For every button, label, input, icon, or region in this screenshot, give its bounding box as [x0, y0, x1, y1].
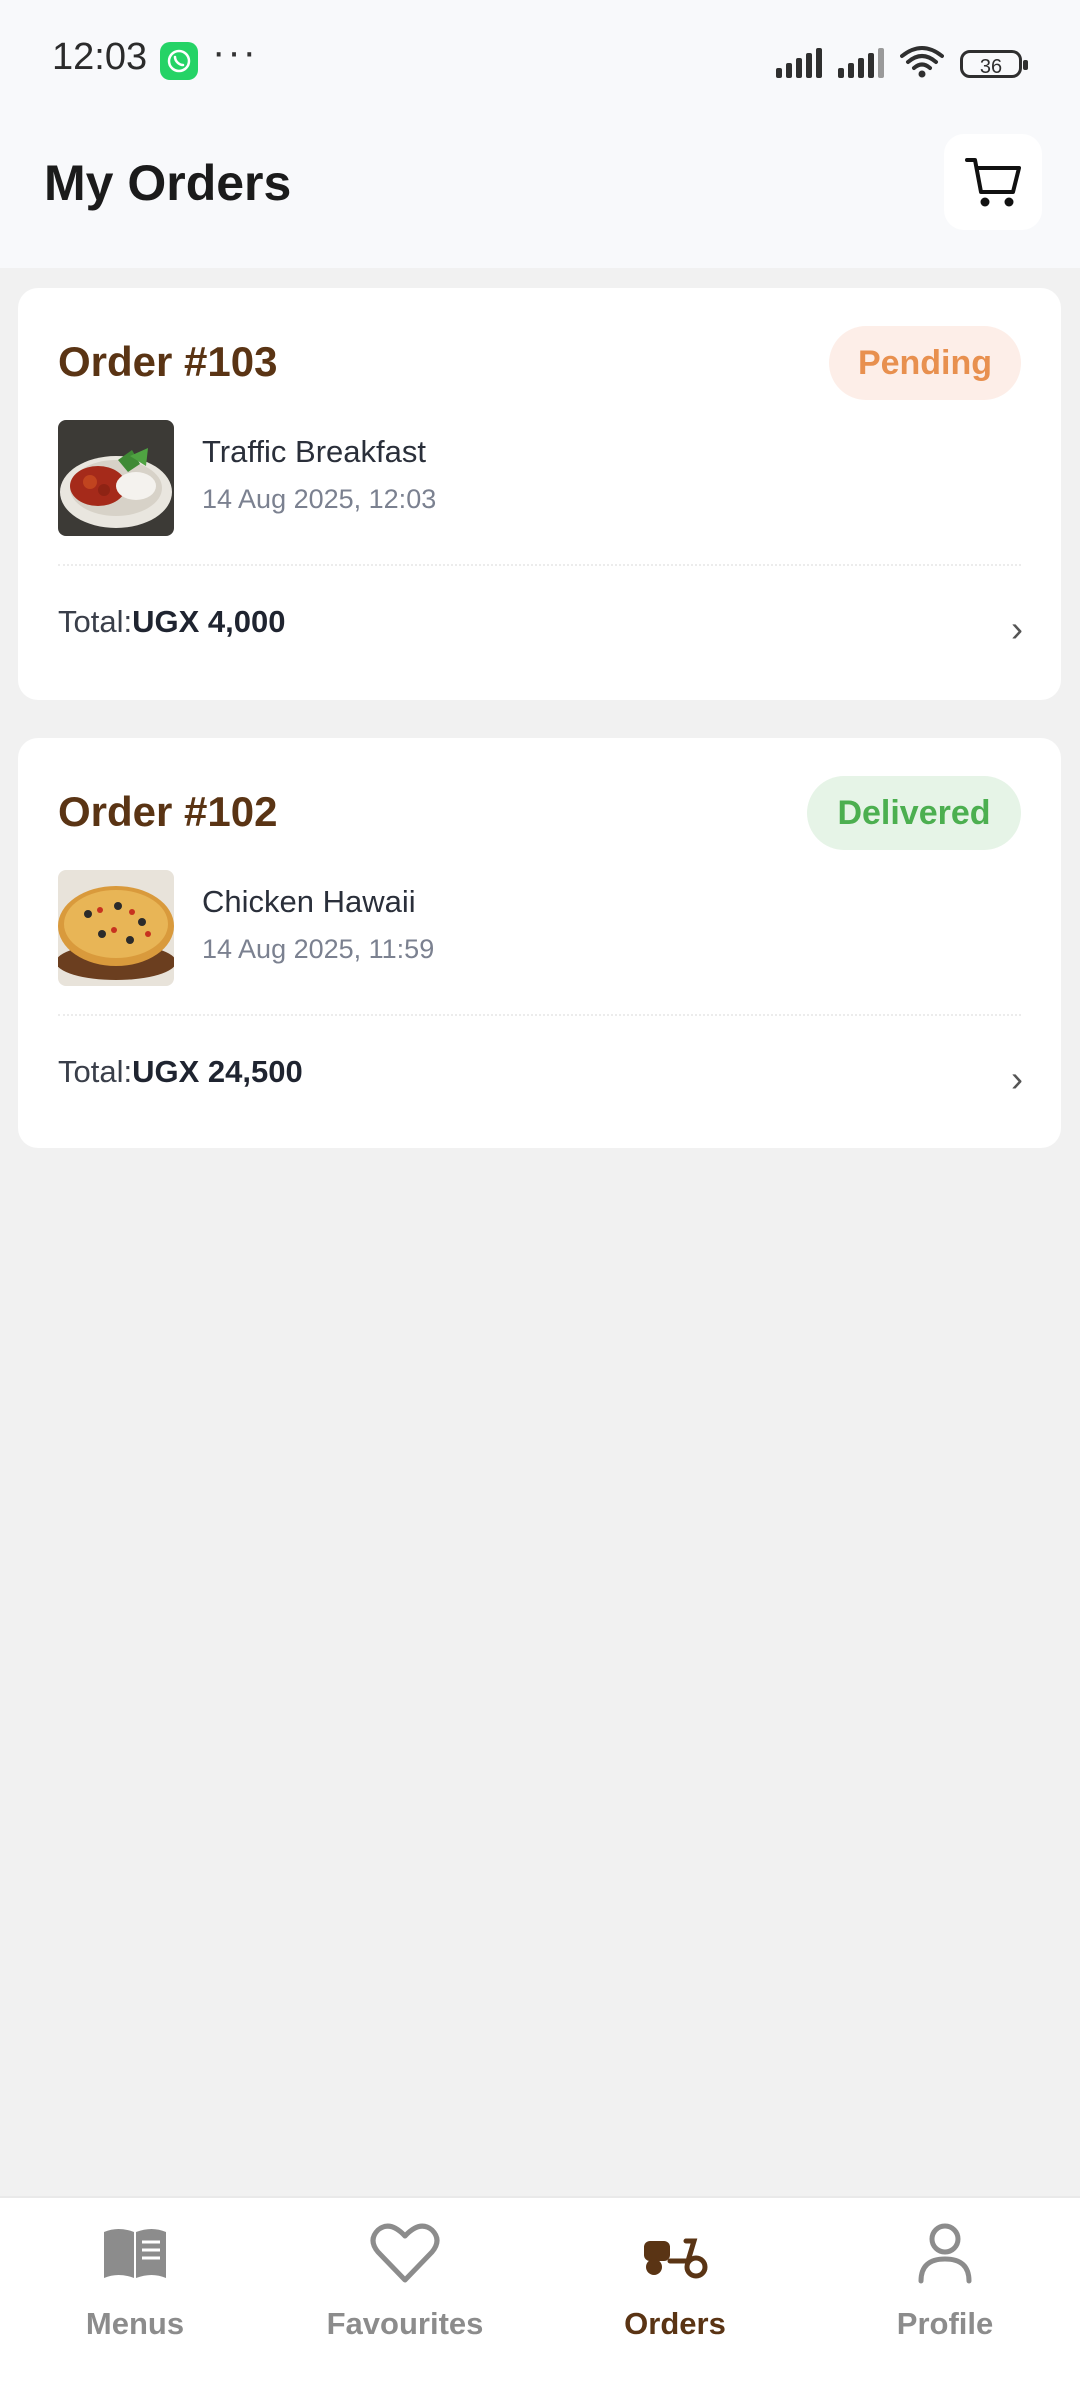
status-badge: Pending [829, 326, 1021, 400]
total-value: UGX 4,000 [132, 604, 286, 639]
order-total: Total:UGX 4,000 [58, 604, 285, 640]
status-indicators: 36 [776, 44, 1028, 78]
total-label: Total: [58, 604, 133, 639]
wifi-icon [900, 46, 944, 78]
nav-item-menus[interactable]: Menus [0, 2218, 270, 2342]
nav-label: Favourites [326, 2306, 484, 2341]
heart-icon [370, 2223, 440, 2283]
total-value: UGX 24,500 [132, 1054, 303, 1089]
order-total: Total:UGX 24,500 [58, 1054, 303, 1090]
order-item-name: Chicken Hawaii [202, 884, 416, 919]
status-time: 12:03 [52, 36, 148, 78]
bottom-nav: Menus Favourites Orders Profile [0, 2196, 1080, 2402]
user-icon [918, 2223, 972, 2284]
chevron-right-icon[interactable]: › [1011, 1058, 1023, 1100]
order-card[interactable]: Order #103 Pending Traffic Breakfast 14 … [18, 288, 1061, 700]
order-date: 14 Aug 2025, 11:59 [202, 934, 435, 964]
chevron-right-icon[interactable]: › [1011, 608, 1023, 650]
order-item-image [58, 420, 174, 536]
order-item-name: Traffic Breakfast [202, 434, 426, 469]
battery-icon: 36 [960, 50, 1028, 78]
cart-icon [965, 158, 1021, 207]
whatsapp-icon [160, 42, 198, 80]
top-bar: 12:03 ··· 36 My Orders [0, 0, 1080, 268]
nav-item-profile[interactable]: Profile [810, 2218, 1080, 2342]
nav-label: Profile [896, 2306, 994, 2341]
order-card[interactable]: Order #102 Delivered Chicken Hawaii 14 A… [18, 738, 1061, 1148]
scooter-icon [644, 2238, 708, 2279]
nav-label: Orders [624, 2306, 726, 2341]
order-item-image [58, 870, 174, 986]
signal-icon-2 [838, 48, 884, 78]
more-notifications-icon: ··· [212, 30, 258, 74]
order-title: Order #102 [58, 788, 278, 835]
divider [58, 564, 1021, 566]
status-badge: Delivered [807, 776, 1021, 850]
divider [58, 1014, 1021, 1016]
nav-label: Menus [85, 2306, 185, 2341]
signal-icon [776, 48, 822, 78]
nav-item-orders[interactable]: Orders [540, 2218, 810, 2342]
order-date: 14 Aug 2025, 12:03 [202, 484, 437, 514]
page-title: My Orders [44, 155, 292, 211]
book-icon [104, 2229, 166, 2278]
nav-item-favourites[interactable]: Favourites [270, 2218, 540, 2342]
total-label: Total: [58, 1054, 133, 1089]
order-title: Order #103 [58, 338, 278, 385]
cart-button[interactable] [944, 134, 1042, 230]
